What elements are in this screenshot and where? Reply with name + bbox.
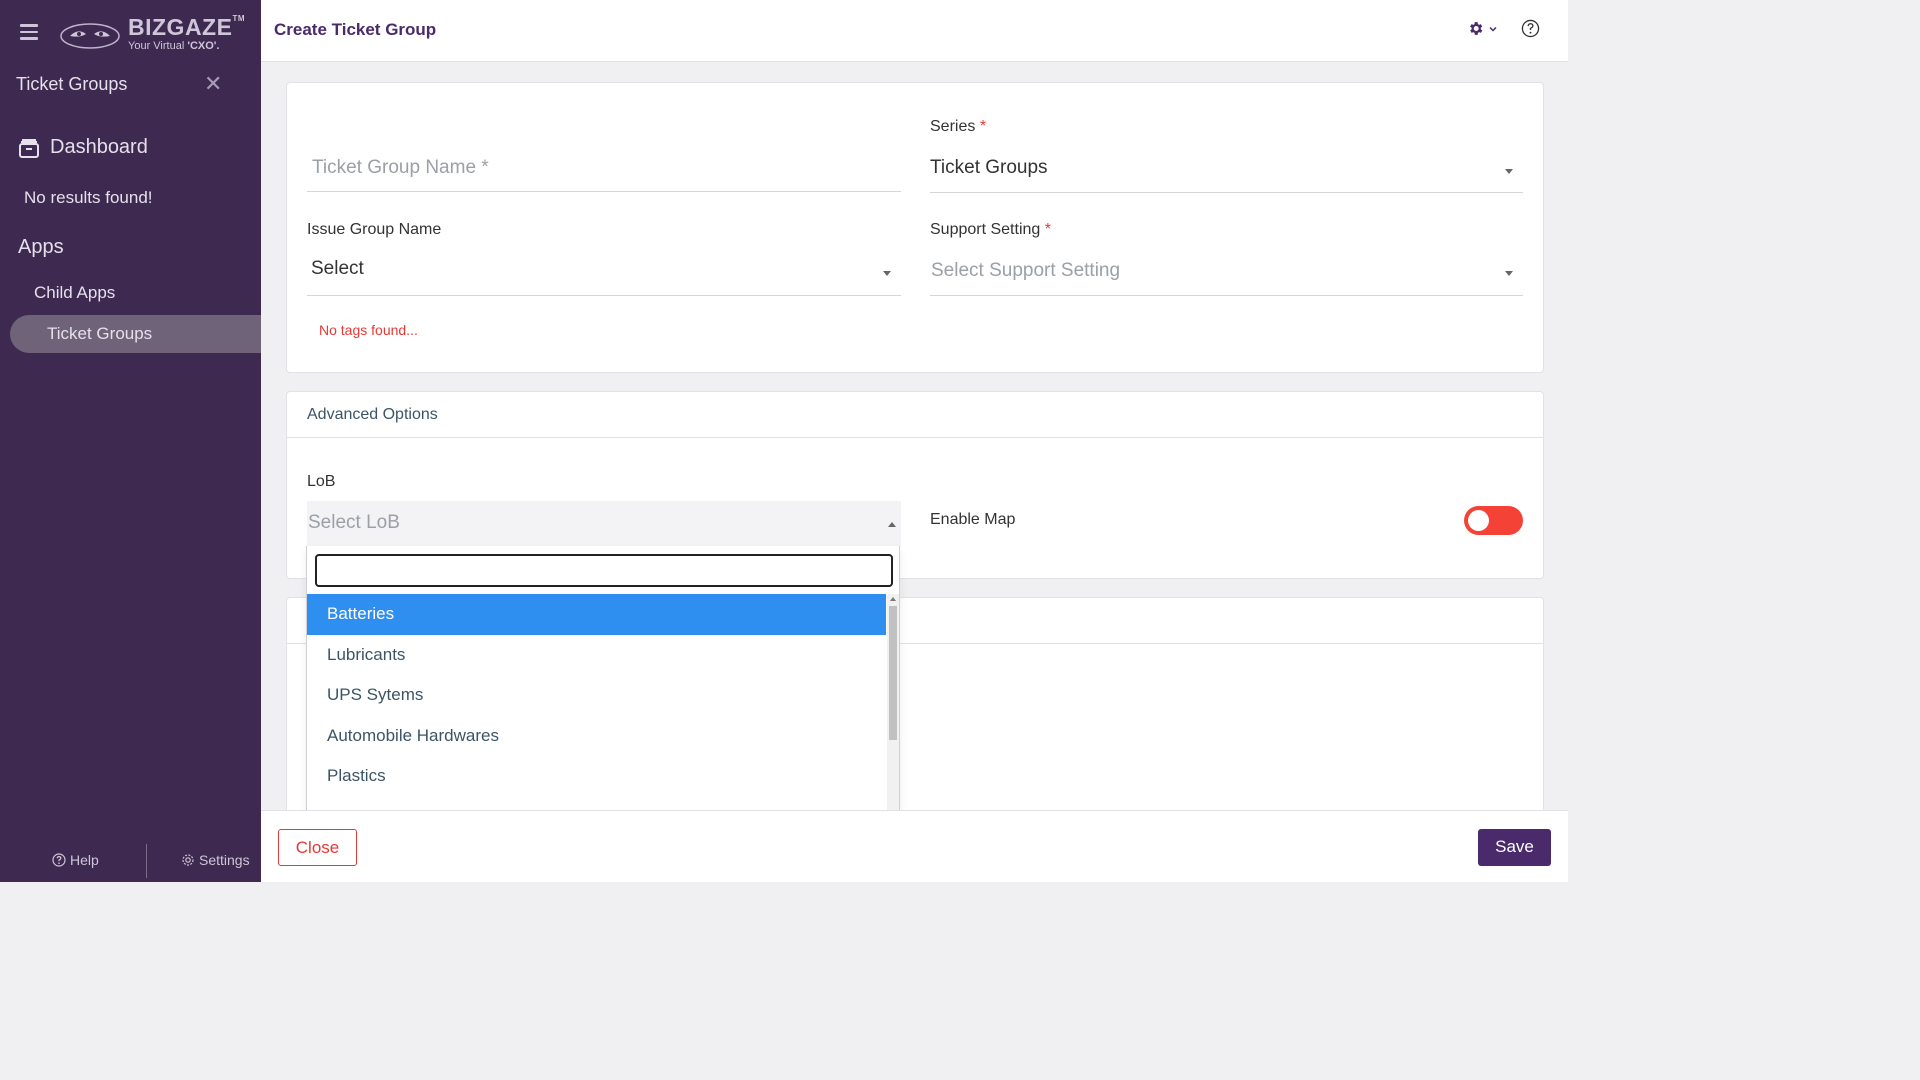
no-tags-text: No tags found... xyxy=(319,322,418,338)
help-label: Help xyxy=(70,852,99,868)
settings-link[interactable]: Settings xyxy=(181,852,250,868)
lob-search-input[interactable] xyxy=(315,554,893,587)
no-results-text: No results found! xyxy=(24,188,153,207)
sidebar: BIZGAZETM Your Virtual 'CXO'. Ticket Gro… xyxy=(0,0,261,882)
issue-group-select[interactable]: Select xyxy=(307,251,901,296)
question-circle-icon xyxy=(52,853,66,867)
sidebar-app-title: Ticket Groups xyxy=(16,74,128,94)
settings-dropdown-button[interactable] xyxy=(1467,20,1498,37)
gear-icon xyxy=(1470,22,1483,35)
logo-brand: BIZGAZETM xyxy=(128,14,246,40)
series-select[interactable]: Ticket Groups xyxy=(930,149,1523,193)
sidebar-item-dashboard[interactable]: Dashboard xyxy=(18,136,148,159)
help-link[interactable]: Help xyxy=(52,852,99,868)
lob-options-list: Batteries Lubricants UPS Sytems Automobi… xyxy=(307,594,886,837)
lob-option-automobile-hardwares[interactable]: Automobile Hardwares xyxy=(307,716,886,757)
issue-group-value: Select xyxy=(311,258,364,279)
hamburger-menu-icon[interactable] xyxy=(20,24,38,40)
support-setting-label: Support Setting * xyxy=(930,221,1051,238)
gear-icon xyxy=(182,854,194,866)
apps-heading: Apps xyxy=(18,236,64,258)
caret-down-icon xyxy=(1505,169,1513,174)
scrollbar-thumb[interactable] xyxy=(889,606,897,740)
caret-down-icon xyxy=(883,271,891,276)
series-label: Series * xyxy=(930,118,987,135)
sidebar-item-ticket-groups[interactable]: Ticket Groups xyxy=(10,315,261,353)
sidebar-item-label: Ticket Groups xyxy=(47,324,153,343)
support-setting-placeholder: Select Support Setting xyxy=(931,260,1121,281)
dashboard-icon xyxy=(19,138,39,158)
close-icon[interactable]: ✕ xyxy=(204,72,222,96)
lob-option-batteries[interactable]: Batteries xyxy=(307,594,886,635)
support-setting-select[interactable]: Select Support Setting xyxy=(930,251,1523,296)
lob-dropdown: Batteries Lubricants UPS Sytems Automobi… xyxy=(306,546,900,840)
toggle-knob xyxy=(1468,510,1489,531)
top-header: Create Ticket Group xyxy=(261,0,1568,62)
lob-option-lubricants[interactable]: Lubricants xyxy=(307,635,886,676)
scroll-up-arrow-icon[interactable] xyxy=(890,597,896,601)
enable-map-label: Enable Map xyxy=(930,511,1016,528)
chevron-down-icon xyxy=(1489,26,1497,32)
divider xyxy=(146,844,147,878)
ticket-group-name-field[interactable]: Ticket Group Name * xyxy=(307,149,901,192)
advanced-options-title: Advanced Options xyxy=(287,392,1543,438)
page-title: Create Ticket Group xyxy=(274,20,437,39)
main-form-card: Ticket Group Name * Series * Ticket Grou… xyxy=(286,82,1544,373)
owl-logo-icon xyxy=(60,23,120,49)
sidebar-item-child-apps[interactable]: Child Apps xyxy=(34,283,115,303)
issue-group-label: Issue Group Name xyxy=(307,221,442,238)
logo: BIZGAZETM Your Virtual 'CXO'. xyxy=(58,14,245,56)
help-circle-icon[interactable] xyxy=(1521,19,1540,43)
caret-down-icon xyxy=(1505,271,1513,276)
lob-label: LoB xyxy=(307,473,336,490)
logo-tagline: Your Virtual 'CXO'. xyxy=(128,40,220,52)
series-value: Ticket Groups xyxy=(930,157,1048,178)
lob-placeholder: Select LoB xyxy=(308,512,400,533)
caret-up-icon xyxy=(888,522,896,527)
lob-select[interactable]: Select LoB xyxy=(307,501,901,547)
lob-option-plastics[interactable]: Plastics xyxy=(307,756,886,797)
settings-label: Settings xyxy=(199,852,250,868)
sidebar-footer: Help Settings xyxy=(0,840,261,882)
enable-map-toggle[interactable] xyxy=(1464,506,1523,535)
save-button[interactable]: Save xyxy=(1478,829,1551,866)
sidebar-item-label: Dashboard xyxy=(50,136,148,158)
dropdown-scrollbar[interactable] xyxy=(887,594,899,838)
ticket-group-name-placeholder: Ticket Group Name * xyxy=(312,157,489,178)
form-footer: Close Save xyxy=(261,810,1568,882)
lob-option-ups-systems[interactable]: UPS Sytems xyxy=(307,675,886,716)
close-button[interactable]: Close xyxy=(278,829,357,866)
